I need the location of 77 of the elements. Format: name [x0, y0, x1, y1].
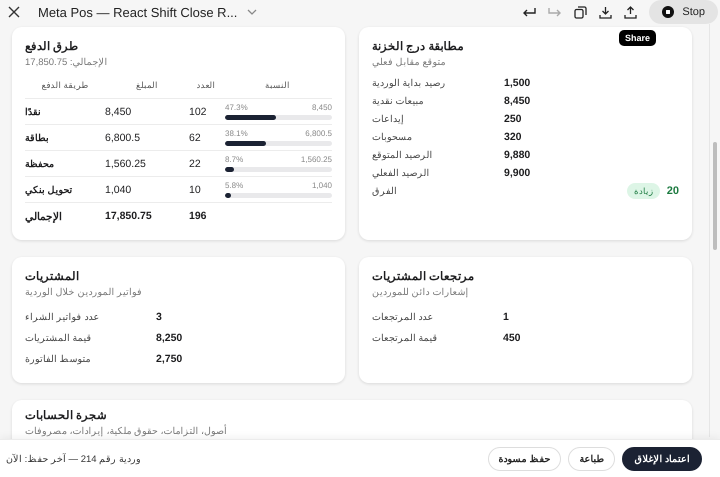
shift-status-text: وردية رقم 214 — آخر حفظ: الآن [6, 452, 141, 464]
card-title: شجرة الحسابات [25, 409, 108, 422]
row-label: قيمة المرتجعات [372, 332, 439, 344]
card-subtitle: فواتير الموردين خلال الوردية [25, 286, 143, 298]
scrollbar-thumb[interactable] [713, 142, 717, 250]
column-header: طريقة الدفع [25, 80, 105, 99]
table-cell: 6,800.5 [105, 125, 189, 151]
row-value: 450 [503, 332, 522, 344]
table-cell: نقدًا [25, 99, 105, 125]
card-title: المشتريات [25, 270, 80, 283]
row-label: عدد المرتجعات [372, 311, 435, 323]
table-cell-text: الإجمالي [25, 210, 63, 225]
table-cell: محفظة [25, 151, 105, 177]
table-cell: 22 [189, 151, 223, 177]
table-cell-text: 17,850.75 [105, 209, 153, 224]
download-icon[interactable] [599, 6, 612, 18]
row-value: 320 [504, 131, 523, 143]
share-tooltip: Share [618, 30, 656, 46]
table-cell-text: 196 [189, 209, 208, 224]
upload-icon[interactable] [624, 6, 638, 18]
table-cell: تحويل بنكي [25, 177, 105, 203]
stop-icon [662, 6, 674, 18]
card-subtitle: إشعارات دائن للموردين [372, 286, 470, 298]
row-value: 8,450 [504, 95, 532, 107]
card-subtitle: أصول، التزامات، حقوق ملكية، إيرادات، مصروفات [25, 425, 228, 437]
percent-label: 5.8% [225, 181, 244, 190]
row-value: 1 [503, 311, 510, 323]
status-badge: زيادة [626, 183, 660, 199]
card-title: طرق الدفع [25, 40, 80, 53]
chevron-down-icon[interactable] [247, 9, 258, 15]
row-label: عدد فواتير الشراء [25, 311, 100, 323]
row-value: 1,500 [504, 77, 532, 89]
row-value: 250 [504, 113, 523, 125]
row-value: 2,750 [156, 353, 184, 365]
window-title: Meta Pos — React Shift Close R... [38, 4, 238, 20]
table-cell: 8,450 [105, 99, 189, 125]
table-cell: 1,040 [105, 177, 189, 203]
row-label: إيداعات [372, 113, 405, 125]
column-header: النسبة [223, 80, 332, 99]
card-title: مطابقة درج الخزنة [372, 40, 464, 53]
row-label: مسحوبات [372, 131, 413, 143]
percent-label: 8.7% [225, 155, 244, 164]
column-header: المبلغ [105, 80, 189, 99]
approve-button[interactable]: اعتماد الإغلاق [622, 446, 702, 470]
percent-label: 38.1% [225, 129, 248, 138]
card-subtitle: متوقع مقابل فعلي [372, 56, 446, 68]
card-subtitle: الإجمالي: 17,850.75 [25, 56, 109, 68]
amount-label: 1,040 [312, 181, 332, 190]
table-cell: 62 [189, 125, 223, 151]
card-title: مرتجعات المشتريات [372, 270, 476, 283]
action-button[interactable]: طباعة [568, 446, 616, 470]
row-value: 9,900 [504, 167, 532, 179]
table-cell: 10 [189, 177, 223, 203]
row-label: الرصيد المتوقع [372, 149, 434, 161]
row-label: قيمة المشتريات [25, 332, 93, 344]
column-header: العدد [189, 80, 223, 99]
row-value: 9,880 [504, 149, 532, 161]
table-cell: 102 [189, 99, 223, 125]
row-label: مبيعات نقدية [372, 95, 425, 107]
table-cell: 1,560.25 [105, 151, 189, 177]
row-value: 3 [156, 311, 163, 323]
amount-label: 8,450 [312, 103, 332, 112]
difference-value: 20 [666, 185, 679, 197]
row-label: رصيد بداية الوردية [372, 77, 446, 89]
row-label: متوسط الفاتورة [25, 353, 92, 365]
copy-icon[interactable] [574, 6, 588, 18]
table-cell: بطاقة [25, 125, 105, 151]
action-button[interactable]: حفظ مسودة [488, 446, 562, 470]
amount-label: 1,560.25 [300, 155, 332, 164]
row-label: الرصيد الفعلي [372, 167, 431, 179]
stop-button[interactable]: Stop [649, 0, 718, 24]
amount-label: 6,800.5 [305, 129, 332, 138]
undo-icon[interactable] [522, 6, 536, 18]
percent-label: 47.3% [225, 103, 248, 112]
row-value: 8,250 [156, 332, 184, 344]
row-label: الفرق [372, 185, 397, 197]
close-button[interactable] [8, 6, 20, 18]
